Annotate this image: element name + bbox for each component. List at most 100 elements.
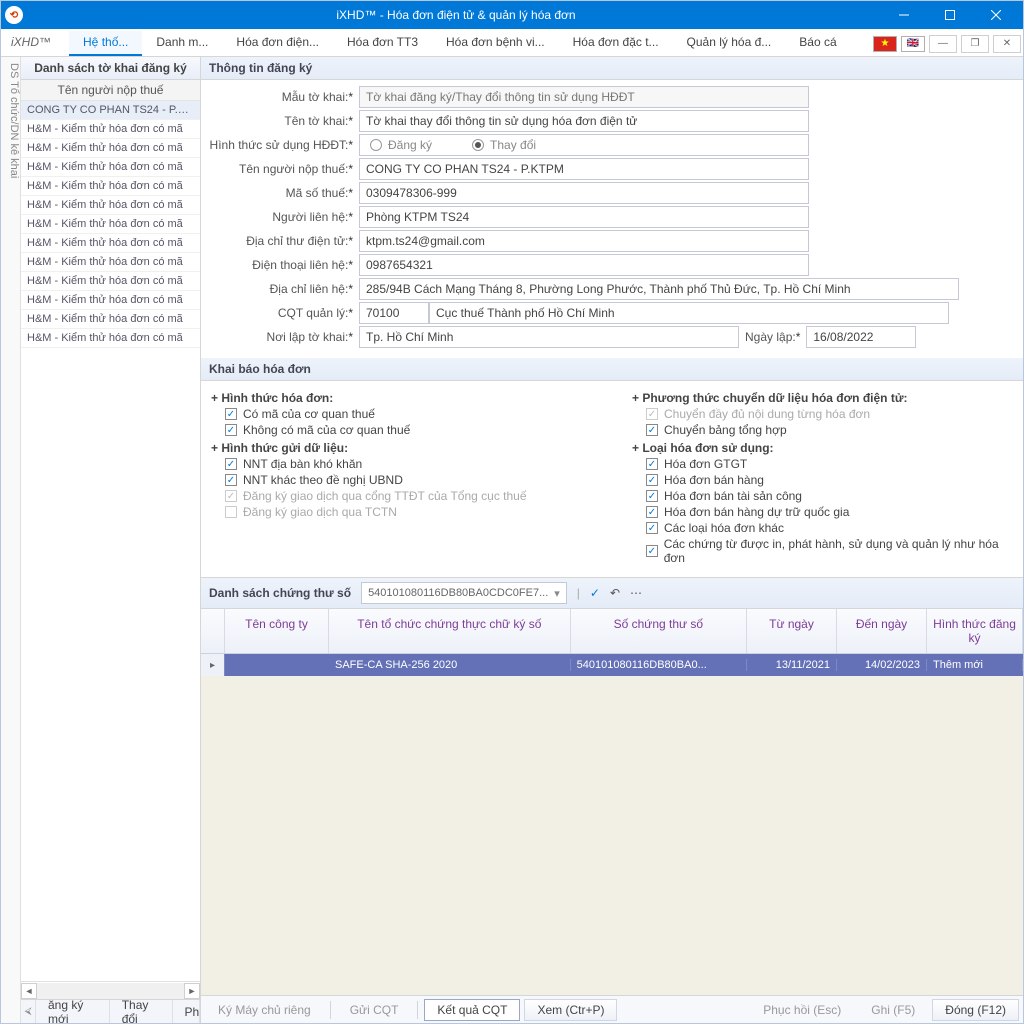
label-dia-chi: Địa chỉ liên hệ: — [209, 282, 359, 296]
input-ma-so-thue[interactable]: 0309478306-999 — [359, 182, 809, 204]
input-ten-nguoi-nop[interactable]: CONG TY CO PHAN TS24 - P.KTPM — [359, 158, 809, 180]
radio-icon — [472, 139, 484, 151]
scroll-right-icon[interactable]: ► — [184, 983, 200, 999]
input-nguoi-lien-he[interactable]: Phòng KTPM TS24 — [359, 206, 809, 228]
cert-more-icon[interactable]: ⋯ — [630, 586, 642, 600]
btn-dong[interactable]: Đóng (F12) — [932, 999, 1019, 1021]
btn-phuc-hoi[interactable]: Phục hồi (Esc) — [750, 999, 854, 1021]
chk-chung-tu[interactable]: ✓Các chứng từ được in, phát hành, sử dụn… — [646, 537, 1013, 565]
grid-col-rowheader[interactable] — [201, 609, 225, 653]
grid-empty-area — [201, 676, 1023, 995]
btn-xem[interactable]: Xem (Ctr+P) — [524, 999, 617, 1021]
btn-ghi[interactable]: Ghi (F5) — [858, 999, 928, 1021]
grid-col-tungay[interactable]: Từ ngày — [747, 609, 837, 653]
scroll-left-icon[interactable]: ◄ — [21, 983, 37, 999]
label-ma-so-thue: Mã số thuế: — [209, 186, 359, 200]
chk-nnt-ubnd[interactable]: ✓NNT khác theo đề nghị UBND — [225, 473, 592, 487]
btn-gui-cqt[interactable]: Gửi CQT — [337, 999, 412, 1021]
input-ngay-lap[interactable]: 16/08/2022 — [806, 326, 916, 348]
chk-chuyen-bang-tong-hop[interactable]: ✓Chuyển bảng tổng hợp — [646, 423, 1013, 437]
input-ten-to-khai[interactable]: Tờ khai thay đổi thông tin sử dụng hóa đ… — [359, 110, 809, 132]
chk-hd-khac[interactable]: ✓Các loại hóa đơn khác — [646, 521, 1013, 535]
sidebar-item[interactable]: H&M - Kiểm thử hóa đơn có mã — [21, 177, 200, 196]
scroll-track[interactable] — [37, 983, 184, 999]
menu-item-hoa-don-benh-vien[interactable]: Hóa đơn bệnh vi... — [432, 31, 559, 56]
grid-col-sochungthu[interactable]: Số chứng thư số — [571, 609, 747, 653]
menu-item-hoa-don-dac-thu[interactable]: Hóa đơn đặc t... — [559, 31, 673, 56]
menu-item-hoa-don-tt3[interactable]: Hóa đơn TT3 — [333, 31, 432, 56]
btn-ky-may-chu[interactable]: Ký Máy chủ riêng — [205, 999, 324, 1021]
sidebar-item[interactable]: H&M - Kiểm thử hóa đơn có mã — [21, 139, 200, 158]
sidebar-list[interactable]: CONG TY CO PHAN TS24 - P.KTPMH&M - Kiểm … — [21, 101, 200, 981]
input-cqt-name[interactable]: Cục thuế Thành phố Hồ Chí Minh — [429, 302, 949, 324]
sidebar-bottom-tabs: ⮘ ăng ký mới Thay đổi Phụ — [21, 999, 200, 1023]
radio-thay-doi[interactable]: Thay đổi — [472, 138, 536, 152]
label-phone: Điện thoại liên hệ: — [209, 258, 359, 272]
grid-col-tencongty[interactable]: Tên công ty — [225, 609, 329, 653]
chk-co-ma-cqt[interactable]: ✓Có mã của cơ quan thuế — [225, 407, 592, 421]
cert-undo-icon[interactable]: ↶ — [610, 586, 620, 600]
main-panel: Thông tin đăng ký Mẫu tờ khai:Tờ khai đă… — [201, 57, 1023, 1023]
btn-ket-qua-cqt[interactable]: Kết quả CQT — [424, 999, 520, 1021]
flag-vn-icon[interactable]: ★ — [873, 36, 897, 52]
sidebar-column-header[interactable]: Tên người nộp thuế — [21, 80, 200, 101]
chk-hd-du-tru[interactable]: ✓Hóa đơn bán hàng dự trữ quốc gia — [646, 505, 1013, 519]
side-tab-vertical[interactable]: DS Tổ chức/DN kê khai — [1, 57, 21, 1023]
menu-item-bao-cao[interactable]: Báo cá — [785, 31, 850, 56]
input-mau-to-khai[interactable]: Tờ khai đăng ký/Thay đổi thông tin sử dụ… — [359, 86, 809, 108]
sidebar-item[interactable]: CONG TY CO PHAN TS24 - P.KTPM — [21, 101, 200, 120]
sidebar-item[interactable]: H&M - Kiểm thử hóa đơn có mã — [21, 158, 200, 177]
grid-col-hinhthuc[interactable]: Hình thức đăng ký — [927, 609, 1023, 653]
window-max-button[interactable] — [927, 1, 973, 29]
sidebar-item[interactable]: H&M - Kiểm thử hóa đơn có mã — [21, 329, 200, 348]
sidebar-item[interactable]: H&M - Kiểm thử hóa đơn có mã — [21, 196, 200, 215]
window-title: iXHD™ - Hóa đơn điện tử & quản lý hóa đơ… — [31, 8, 881, 22]
menu-item-he-thong[interactable]: Hệ thố... — [69, 31, 142, 56]
sidebar-item[interactable]: H&M - Kiểm thử hóa đơn có mã — [21, 215, 200, 234]
cert-dropdown[interactable]: 540101080116DB80BA0CDC0FE7...▾ — [361, 582, 567, 604]
grid-col-tentochuc[interactable]: Tên tổ chức chứng thực chữ ký số — [329, 609, 571, 653]
sidebar-item[interactable]: H&M - Kiểm thử hóa đơn có mã — [21, 291, 200, 310]
input-email[interactable]: ktpm.ts24@gmail.com — [359, 230, 809, 252]
sidebar-hscroll[interactable]: ◄ ► — [21, 981, 200, 999]
toolbar-right: ★ 🇬🇧 — ❐ ✕ — [873, 31, 1021, 56]
tab-scroll-left[interactable]: ⮘ — [21, 1000, 36, 1023]
sidebar-item[interactable]: H&M - Kiểm thử hóa đơn có mã — [21, 310, 200, 329]
menu-item-danh-muc[interactable]: Danh m... — [142, 31, 222, 56]
radio-dang-ky[interactable]: Đăng ký — [370, 138, 432, 152]
sidebar-item[interactable]: H&M - Kiểm thử hóa đơn có mã — [21, 234, 200, 253]
flag-en-icon[interactable]: 🇬🇧 — [901, 36, 925, 52]
tab-thay-doi[interactable]: Thay đổi — [110, 1000, 173, 1023]
chk-nnt-kho-khan[interactable]: ✓NNT địa bàn khó khăn — [225, 457, 592, 471]
mdi-close-button[interactable]: ✕ — [993, 35, 1021, 53]
cert-label: Danh sách chứng thư số — [209, 586, 351, 600]
window-min-button[interactable] — [881, 1, 927, 29]
section-header-info: Thông tin đăng ký — [201, 57, 1023, 80]
chk-chuyen-day-du: ✓Chuyển đầy đủ nội dung từng hóa đơn — [646, 407, 1013, 421]
input-phone[interactable]: 0987654321 — [359, 254, 809, 276]
tab-dang-ky-moi[interactable]: ăng ký mới — [36, 1000, 110, 1023]
chk-hd-ban-hang[interactable]: ✓Hóa đơn bán hàng — [646, 473, 1013, 487]
mdi-restore-button[interactable]: ❐ — [961, 35, 989, 53]
menu-bar: iXHD™ Hệ thố... Danh m... Hóa đơn điện..… — [1, 29, 1023, 57]
sidebar-item[interactable]: H&M - Kiểm thử hóa đơn có mã — [21, 120, 200, 139]
input-noi-lap[interactable]: Tp. Hồ Chí Minh — [359, 326, 739, 348]
mdi-min-button[interactable]: — — [929, 35, 957, 53]
tab-phu[interactable]: Phụ — [173, 1000, 200, 1023]
cert-check-icon[interactable]: ✓ — [590, 586, 600, 600]
menu-item-quan-ly[interactable]: Quản lý hóa đ... — [673, 31, 786, 56]
label-nguoi-lien-he: Người liên hệ: — [209, 210, 359, 224]
label-email: Địa chỉ thư điện tử: — [209, 234, 359, 248]
khaibao-col-left: Hình thức hóa đơn: ✓Có mã của cơ quan th… — [211, 387, 592, 567]
window-close-button[interactable] — [973, 1, 1019, 29]
sidebar-item[interactable]: H&M - Kiểm thử hóa đơn có mã — [21, 253, 200, 272]
input-dia-chi[interactable]: 285/94B Cách Mạng Tháng 8, Phường Long P… — [359, 278, 959, 300]
chk-hd-gtgt[interactable]: ✓Hóa đơn GTGT — [646, 457, 1013, 471]
chk-khong-co-ma[interactable]: ✓Không có mã của cơ quan thuế — [225, 423, 592, 437]
chk-hd-tai-san-cong[interactable]: ✓Hóa đơn bán tài sản công — [646, 489, 1013, 503]
menu-item-hoa-don-dien[interactable]: Hóa đơn điện... — [222, 31, 333, 56]
grid-row-selected[interactable]: ▸ SAFE-CA SHA-256 2020 540101080116DB80B… — [201, 654, 1023, 676]
input-cqt-code[interactable]: 70100 — [359, 302, 429, 324]
grid-col-denngay[interactable]: Đến ngày — [837, 609, 927, 653]
sidebar-item[interactable]: H&M - Kiểm thử hóa đơn có mã — [21, 272, 200, 291]
